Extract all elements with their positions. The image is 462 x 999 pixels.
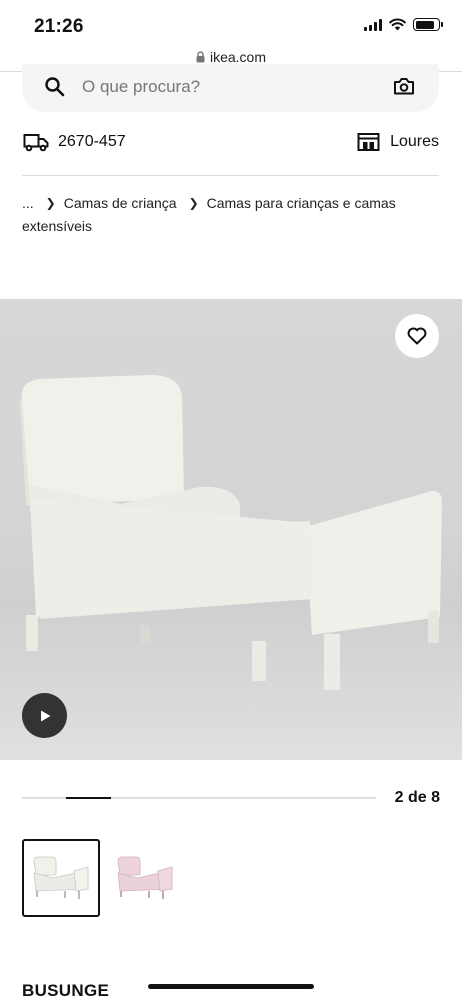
gallery-progress-fill	[66, 797, 111, 799]
store-name: Loures	[390, 133, 439, 150]
thumbnail-white-bed[interactable]	[22, 839, 100, 917]
product-title: BUSUNGE	[22, 981, 110, 999]
product-image-carousel[interactable]	[0, 299, 462, 760]
wifi-icon	[389, 18, 406, 31]
lock-icon	[196, 51, 205, 63]
postcode-text: 2670-457	[58, 133, 126, 150]
store-selector-button[interactable]: Loures	[357, 132, 439, 152]
bed-product-photo	[20, 375, 442, 690]
battery-icon	[413, 18, 443, 31]
search-input[interactable]: O que procura?	[22, 64, 439, 112]
camera-icon[interactable]	[393, 76, 415, 96]
delivery-truck-icon	[23, 134, 49, 152]
home-indicator[interactable]	[148, 984, 314, 989]
pink-bed-thumbnail-image	[117, 856, 173, 899]
white-bed-thumbnail-image	[33, 856, 89, 899]
breadcrumb-item-camas-de-crianca[interactable]: Camas de criança	[64, 195, 177, 211]
breadcrumb: ... ❯ Camas de criança ❯ Camas para crianças…	[22, 192, 442, 238]
search-icon	[45, 77, 65, 97]
status-bar: 21:26	[0, 0, 462, 44]
play-video-button[interactable]	[22, 693, 67, 738]
status-icons	[364, 18, 443, 31]
cellular-signal-icon	[364, 18, 382, 31]
heart-icon	[407, 327, 427, 345]
add-to-favorites-button[interactable]	[395, 314, 439, 358]
chevron-right-icon: ❯	[45, 196, 56, 210]
gallery-page-counter: 2 de 8	[394, 789, 440, 806]
location-row: 2670-457 Loures	[0, 130, 462, 160]
chevron-right-icon: ❯	[188, 196, 199, 210]
store-icon	[357, 133, 380, 151]
section-divider	[22, 175, 439, 176]
status-time: 21:26	[34, 16, 84, 37]
breadcrumb-ellipsis[interactable]: ...	[22, 195, 34, 211]
play-icon	[40, 710, 50, 721]
thumbnail-pink-bed[interactable]	[106, 839, 184, 917]
delivery-postcode-button[interactable]: 2670-457	[23, 132, 126, 152]
gallery-progress-track	[22, 797, 376, 799]
url-text: ikea.com	[209, 49, 267, 65]
search-placeholder: O que procura?	[82, 77, 201, 96]
